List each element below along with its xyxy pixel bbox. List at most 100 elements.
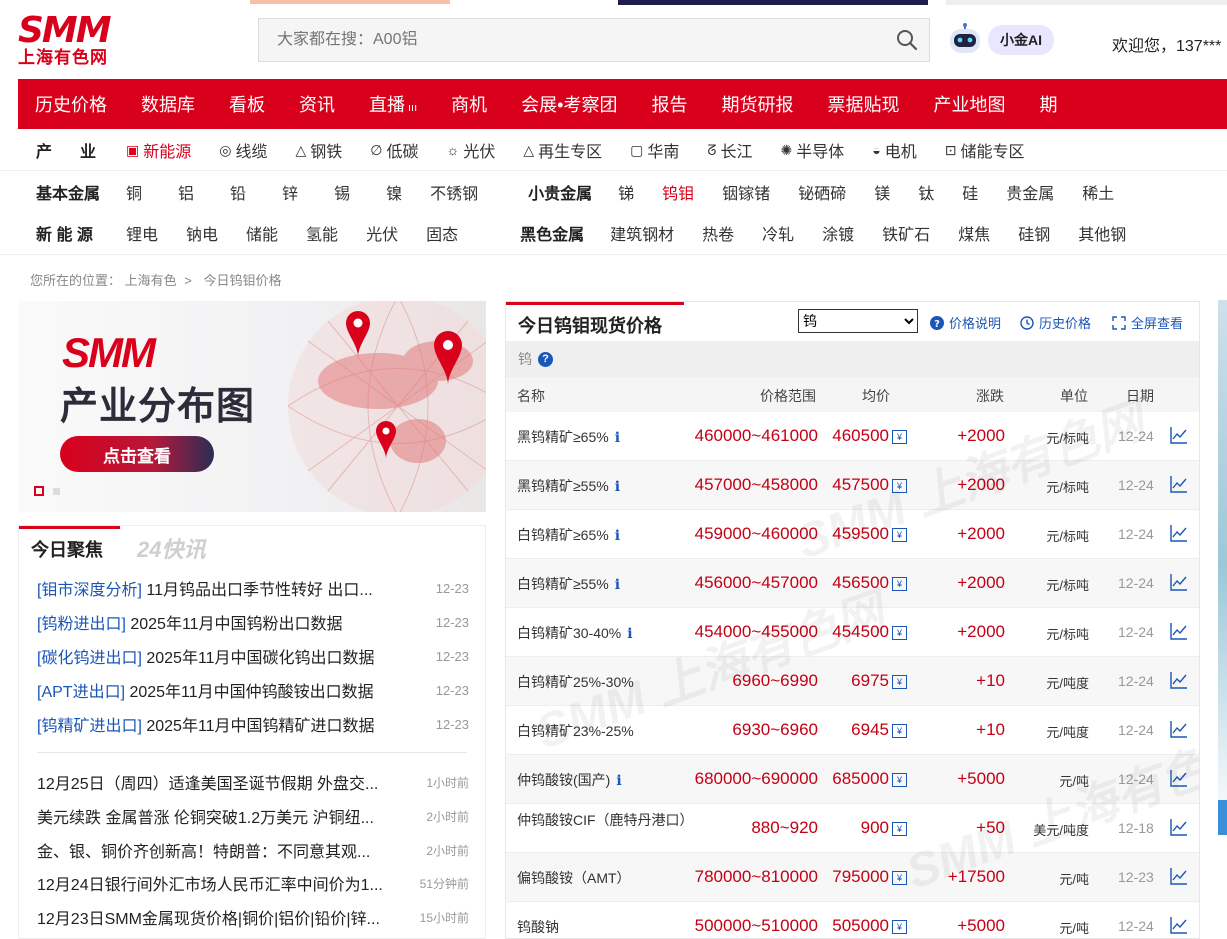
- industry-semiconductor[interactable]: ✺ 半导体: [780, 138, 844, 162]
- industry-pv[interactable]: ☼ 光伏: [447, 138, 496, 162]
- energy-solid-state[interactable]: 固态: [426, 221, 458, 245]
- steel-iron-ore[interactable]: 铁矿石: [882, 221, 930, 245]
- price-row[interactable]: 白钨精矿≥55% i 456000~457000 456500 ¥ +2000 元/标吨 12…: [506, 559, 1199, 608]
- industry-map-banner[interactable]: SMM 产业分布图 点击查看: [18, 301, 486, 512]
- news-item[interactable]: [钨粉进出口] 2025年11月中国钨粉出口数据 12-23: [37, 609, 469, 635]
- top-ad-banner[interactable]: [618, 0, 928, 5]
- info-icon[interactable]: i: [615, 528, 620, 544]
- steel-hot-rolled[interactable]: 热卷: [702, 221, 734, 245]
- currency-badge-icon[interactable]: ¥: [892, 871, 907, 885]
- metal-lead[interactable]: 铅: [230, 180, 246, 204]
- currency-badge-icon[interactable]: ¥: [892, 577, 907, 591]
- nav-business[interactable]: 商机: [434, 91, 504, 117]
- metal-antimony[interactable]: 锑: [618, 180, 634, 204]
- price-row[interactable]: 黑钨精矿≥55% i 457000~458000 457500 ¥ +2000 元/标吨 12…: [506, 461, 1199, 510]
- help-icon[interactable]: ?: [538, 351, 553, 367]
- currency-badge-icon[interactable]: ¥: [892, 920, 907, 934]
- fullscreen-link[interactable]: 全屏查看: [1112, 313, 1183, 332]
- trend-chart-icon[interactable]: [1170, 867, 1188, 885]
- trend-chart-icon[interactable]: [1170, 475, 1188, 493]
- currency-badge-icon[interactable]: ¥: [892, 724, 907, 738]
- info-icon[interactable]: i: [616, 773, 621, 789]
- nav-futures[interactable]: 期货研报: [704, 91, 810, 117]
- energy-storage[interactable]: 储能: [246, 221, 278, 245]
- nav-database[interactable]: 数据库: [124, 91, 212, 117]
- nav-live[interactable]: 直播 ııı: [352, 91, 434, 117]
- metal-rare-earth[interactable]: 稀土: [1082, 180, 1114, 204]
- industry-storage[interactable]: ⊡ 储能专区: [945, 138, 1025, 162]
- industry-new-energy[interactable]: ▣ 新能源: [126, 138, 191, 162]
- right-side-ad-button[interactable]: [1218, 800, 1227, 835]
- trend-chart-icon[interactable]: [1170, 769, 1188, 787]
- price-row[interactable]: 仲钨酸铵(国产) i 680000~690000 685000 ¥ +5000 元/吨 12-…: [506, 755, 1199, 804]
- info-icon[interactable]: i: [615, 577, 620, 593]
- steel-other[interactable]: 其他钢: [1078, 221, 1126, 245]
- news-item[interactable]: [钨精矿进出口] 2025年11月中国钨精矿进口数据 12-23: [37, 711, 469, 737]
- flash-item[interactable]: 12月23日SMM金属现货价格|铜价|铝价|铅价|锌... 15小时前: [37, 904, 469, 930]
- ai-assistant[interactable]: 小金AI: [946, 22, 1064, 58]
- industry-low-carbon[interactable]: ∅ 低碳: [370, 138, 418, 162]
- metal-zinc[interactable]: 锌: [282, 180, 298, 204]
- carousel-dot-active[interactable]: [34, 486, 44, 496]
- currency-badge-icon[interactable]: ¥: [892, 773, 907, 787]
- metal-silicon[interactable]: 硅: [962, 180, 978, 204]
- banner-view-button[interactable]: 点击查看: [60, 436, 214, 472]
- industry-motor[interactable]: ◒ 电机: [872, 138, 916, 162]
- nav-industry-map[interactable]: 产业地图: [916, 91, 1022, 117]
- nav-news[interactable]: 资讯: [282, 91, 352, 117]
- industry-yangtze[interactable]: ᘔ 长江: [707, 138, 752, 162]
- site-logo[interactable]: SMM 上海有色网: [18, 13, 118, 70]
- news-item[interactable]: [碳化钨进出口] 2025年11月中国碳化钨出口数据 12-23: [37, 643, 469, 669]
- currency-badge-icon[interactable]: ¥: [892, 675, 907, 689]
- currency-badge-icon[interactable]: ¥: [892, 430, 907, 444]
- currency-badge-icon[interactable]: ¥: [892, 822, 907, 836]
- flash-item[interactable]: 12月24日银行间外汇市场人民币汇率中间价为1... 51分钟前: [37, 870, 469, 896]
- currency-badge-icon[interactable]: ¥: [892, 626, 907, 640]
- flash-item[interactable]: 美元续跌 金属普涨 伦铜突破1.2万美元 沪铜纽... 2小时前: [37, 803, 469, 829]
- trend-chart-icon[interactable]: [1170, 818, 1188, 836]
- info-icon[interactable]: i: [627, 626, 632, 642]
- trend-chart-icon[interactable]: [1170, 573, 1188, 591]
- nav-events[interactable]: 会展•考察团: [504, 91, 634, 117]
- nav-reports[interactable]: 报告: [634, 91, 704, 117]
- steel-cold-rolled[interactable]: 冷轧: [762, 221, 794, 245]
- metal-bismuth-selenium-tellurium[interactable]: 铋硒碲: [798, 180, 846, 204]
- history-price-link[interactable]: 历史价格: [1020, 313, 1091, 332]
- price-explanation-link[interactable]: ? 价格说明: [930, 313, 1001, 332]
- energy-lithium[interactable]: 锂电: [126, 221, 158, 245]
- metal-tungsten-molybdenum[interactable]: 钨钼: [662, 180, 694, 204]
- metal-tin[interactable]: 锡: [334, 180, 350, 204]
- steel-coal-coke[interactable]: 煤焦: [958, 221, 990, 245]
- steel-silicon-steel[interactable]: 硅钢: [1018, 221, 1050, 245]
- metal-nickel[interactable]: 镍: [386, 180, 402, 204]
- price-row[interactable]: 钨酸钠 500000~510000 505000 ¥ +5000 元/吨 12-24: [506, 902, 1199, 938]
- trend-chart-icon[interactable]: [1170, 524, 1188, 542]
- price-row[interactable]: 白钨精矿25%-30% 6960~6990 6975 ¥ +10 元/吨度 12-24: [506, 657, 1199, 706]
- metal-aluminum[interactable]: 铝: [178, 180, 194, 204]
- energy-pv[interactable]: 光伏: [366, 221, 398, 245]
- metal-stainless[interactable]: 不锈钢: [430, 180, 478, 204]
- metal-indium-gallium-germanium[interactable]: 铟镓锗: [722, 180, 770, 204]
- industry-cable[interactable]: ◎ 线缆: [219, 138, 267, 162]
- energy-sodium[interactable]: 钠电: [186, 221, 218, 245]
- currency-badge-icon[interactable]: ¥: [892, 528, 907, 542]
- search-box[interactable]: [258, 18, 930, 62]
- price-row[interactable]: 黑钨精矿≥65% i 460000~461000 460500 ¥ +2000 元/标吨 12…: [506, 412, 1199, 461]
- industry-steel[interactable]: △ 钢铁: [295, 138, 342, 162]
- industry-recycle[interactable]: △ 再生专区: [523, 138, 602, 162]
- trend-chart-icon[interactable]: [1170, 916, 1188, 934]
- steel-construction[interactable]: 建筑钢材: [610, 221, 674, 245]
- news-item[interactable]: [钼市深度分析] 11月钨品出口季节性转好 出口... 12-23: [37, 575, 469, 601]
- tab-24h-flash[interactable]: 24快讯: [137, 532, 205, 564]
- price-row[interactable]: 仲钨酸铵CIF（鹿特丹港口） 880~920 900 ¥ +50 美元/吨度 12-18: [506, 804, 1199, 853]
- breadcrumb-home[interactable]: 上海有色: [125, 273, 177, 288]
- metal-titanium[interactable]: 钛: [918, 180, 934, 204]
- industry-south-china[interactable]: ▢ 华南: [630, 138, 679, 162]
- info-icon[interactable]: i: [615, 430, 620, 446]
- nav-more[interactable]: 期: [1022, 91, 1074, 117]
- search-icon[interactable]: [885, 19, 929, 61]
- price-row[interactable]: 白钨精矿23%-25% 6930~6960 6945 ¥ +10 元/吨度 12-24: [506, 706, 1199, 755]
- news-item[interactable]: [APT进出口] 2025年11月中国仲钨酸铵出口数据 12-23: [37, 677, 469, 703]
- trend-chart-icon[interactable]: [1170, 720, 1188, 738]
- welcome-user[interactable]: 欢迎您，137***: [1112, 32, 1221, 56]
